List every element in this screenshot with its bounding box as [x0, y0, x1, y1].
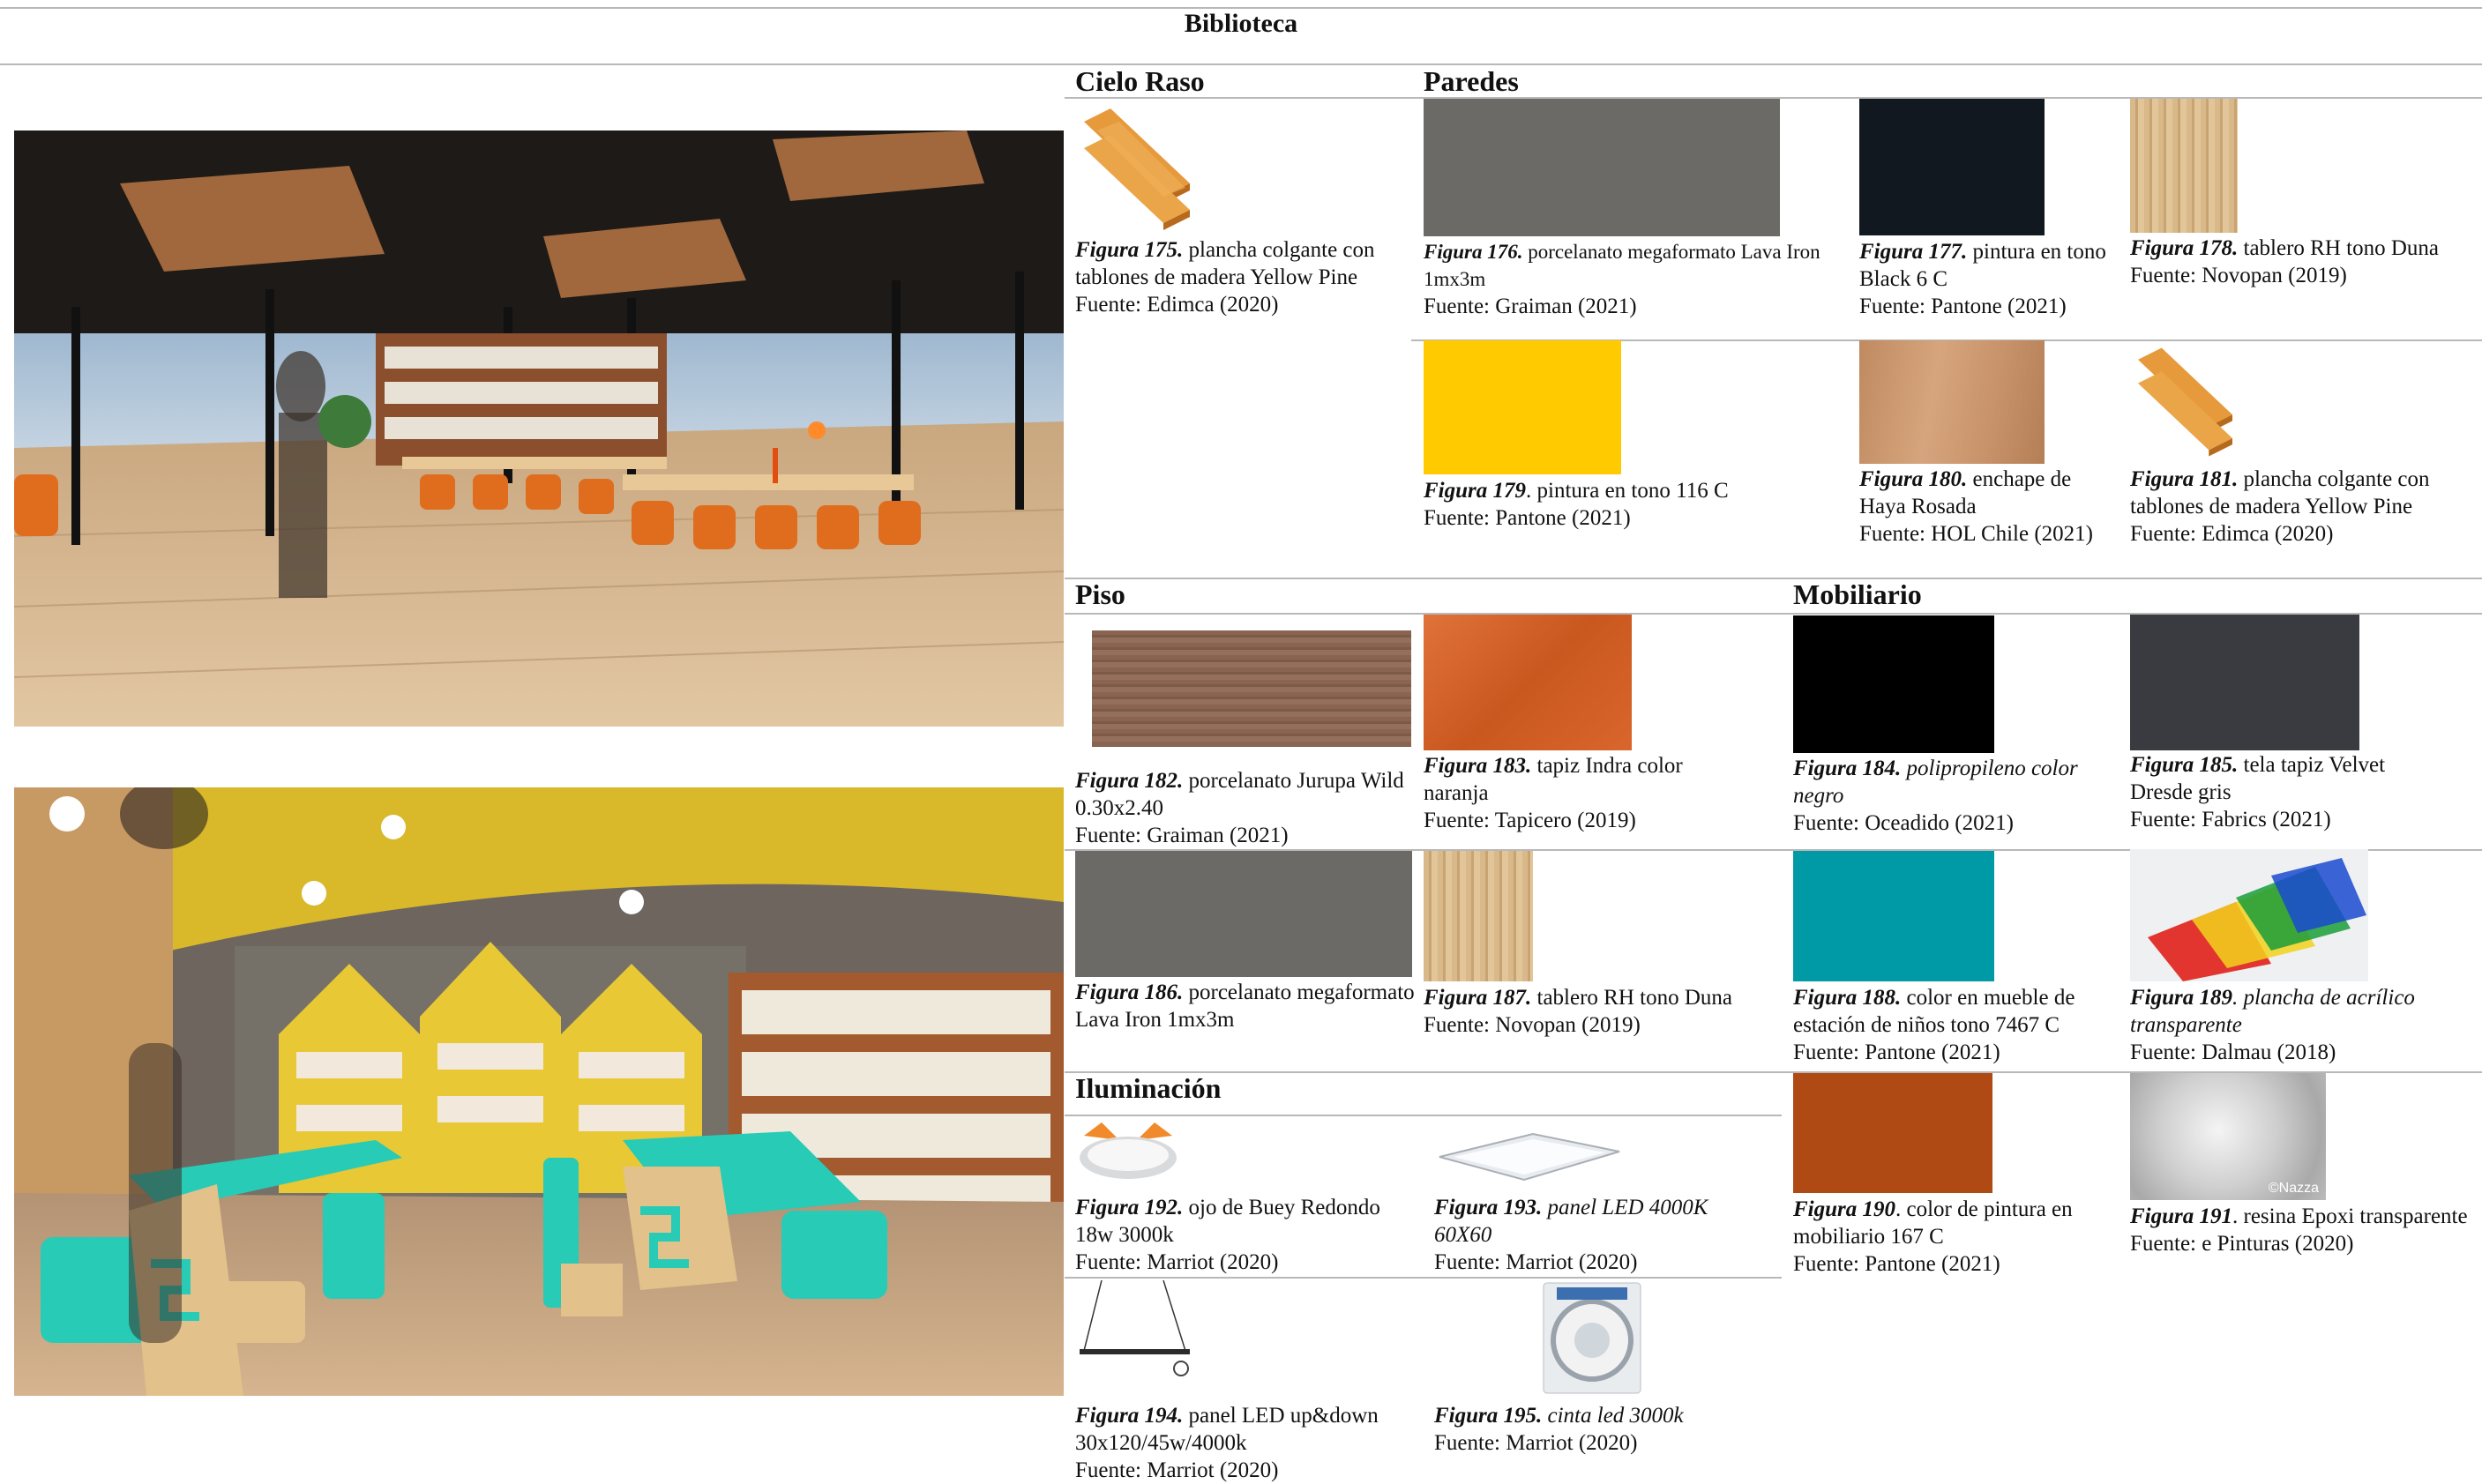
caption-f183: Figura 183. tapiz Indra color naranja Fue… — [1424, 754, 1683, 832]
section-iluminacion: Iluminación — [1075, 1072, 1222, 1104]
page-title: Biblioteca — [1184, 9, 1298, 38]
section-mobiliario: Mobiliario — [1793, 578, 1922, 610]
caption-f181: Figura 181. plancha colgante con tablone… — [2130, 467, 2430, 546]
haya-rosada-swatch — [1859, 340, 2045, 464]
caption-f192: Figura 192. ojo de Buey Redondo 18w 3000… — [1075, 1196, 1380, 1274]
section-cielo-raso: Cielo Raso — [1075, 65, 1205, 97]
caption-f189: Figura 189. plancha de acrílico transpar… — [2130, 986, 2415, 1064]
library-hall-image — [14, 131, 1064, 727]
led-strip-reel-image — [1543, 1282, 1641, 1394]
round-downlight-image — [1080, 1122, 1177, 1179]
lava-iron-swatch-2 — [1075, 851, 1412, 977]
caption-f190: Figura 190. color de pintura en mobiliar… — [1793, 1197, 2073, 1276]
caption-f184: Figura 184. polipropileno color negro Fue… — [1793, 757, 2078, 835]
caption-f186: Figura 186. porcelanato megaformato Lava… — [1075, 981, 1415, 1032]
caption-f187: Figura 187. tablero RH tono Duna Fuente: … — [1424, 986, 1732, 1037]
children-area-image — [14, 787, 1064, 1396]
caption-f180: Figura 180. enchape de Haya Rosada Fuente… — [1859, 467, 2094, 546]
acrylic-sheets-swatch — [2130, 849, 2368, 981]
velvet-gray-swatch — [2130, 615, 2359, 750]
teal-7467c-swatch — [1793, 851, 1994, 981]
led-panel-image — [1439, 1132, 1620, 1182]
linear-led-pendant-image — [1080, 1280, 1190, 1376]
yellow-pine-planks-swatch-2 — [2137, 347, 2233, 457]
epoxy-resin-swatch: ©Nazza — [2130, 1073, 2326, 1200]
caption-f178: Figura 178. tablero RH tono Duna Fuente: … — [2130, 236, 2439, 287]
caption-f191: Figura 191. resina Epoxi transparente Fue… — [2130, 1204, 2468, 1256]
caption-f193: Figura 193. panel LED 4000K 60X60 Fuente:… — [1434, 1196, 1708, 1274]
caption-f188: Figura 188. color en mueble de estación … — [1793, 986, 2075, 1064]
section-piso: Piso — [1075, 578, 1125, 610]
jurupa-wild-swatch — [1092, 630, 1411, 747]
orange-upholstery-swatch — [1424, 615, 1632, 750]
watermark-text: ©Nazza — [2268, 1181, 2319, 1196]
caption-f176: Figura 176. porcelanato megaformato Lava… — [1424, 241, 1820, 318]
black-6c-swatch — [1859, 99, 2045, 235]
yellow-116c-swatch — [1424, 340, 1621, 474]
duna-board-swatch — [2130, 99, 2238, 233]
yellow-pine-planks-swatch — [1084, 108, 1190, 230]
caption-f195: Figura 195. cinta led 3000k Fuente: Marri… — [1434, 1404, 1684, 1455]
children-area-render — [14, 787, 1064, 1396]
caption-f182: Figura 182. porcelanato Jurupa Wild 0.30… — [1075, 769, 1404, 847]
caption-f177: Figura 177. pintura en tono Black 6 C Fue… — [1859, 240, 2106, 318]
paint-167c-swatch — [1793, 1073, 1992, 1193]
duna-board-swatch-2 — [1424, 851, 1533, 981]
lava-iron-swatch — [1424, 99, 1780, 236]
caption-f179: Figura 179. pintura en tono 116 C Fuente:… — [1424, 479, 1729, 530]
caption-f185: Figura 185. tela tapiz Velvet Dresde gri… — [2130, 753, 2386, 831]
library-hall-render — [14, 131, 1064, 727]
caption-f194: Figura 194. panel LED up&down 30x120/45w… — [1075, 1404, 1379, 1482]
caption-f175: Figura 175. plancha colgante con tablone… — [1075, 238, 1375, 317]
section-paredes: Paredes — [1424, 65, 1519, 97]
black-polypropylene-swatch — [1793, 615, 1994, 753]
